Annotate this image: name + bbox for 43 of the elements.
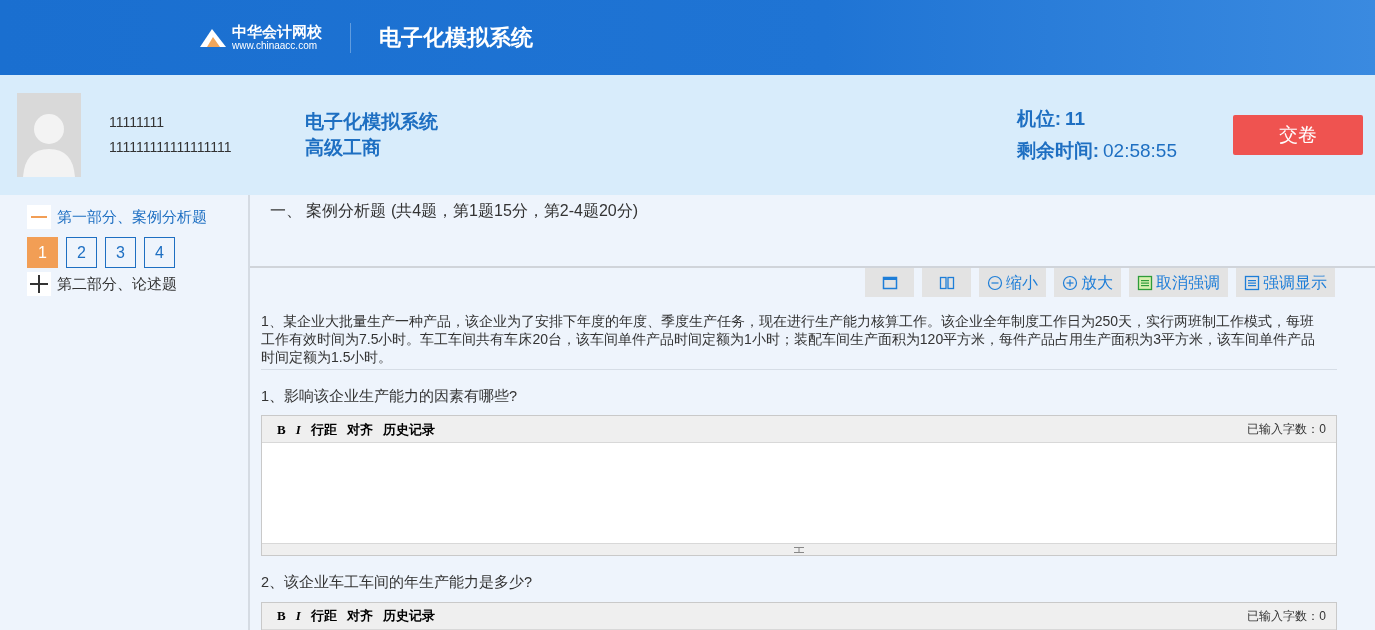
logo-url: www.chinaacc.com bbox=[232, 40, 319, 52]
logo-name: 中华会计网校 bbox=[232, 23, 322, 41]
question-number-button[interactable]: 2 bbox=[66, 237, 97, 268]
resize-handle-icon bbox=[792, 545, 806, 554]
candidate-number: 111111111111111111 bbox=[109, 138, 233, 157]
two-column-button[interactable] bbox=[922, 268, 971, 297]
two-columns-icon bbox=[938, 274, 955, 291]
window-icon bbox=[881, 274, 898, 291]
minus-circle-icon bbox=[987, 274, 1003, 291]
question-number-button[interactable]: 3 bbox=[105, 237, 136, 268]
word-count: 已输入字数：0 bbox=[1247, 421, 1326, 439]
question-prompt: 1、影响该企业生产能力的因素有哪些? bbox=[261, 386, 519, 406]
seat-value: 11 bbox=[1065, 106, 1086, 131]
exam-name: 电子化模拟系统 bbox=[305, 110, 438, 135]
editor-tool-button[interactable]: B bbox=[272, 419, 291, 440]
timer-value: 02:58:55 bbox=[1103, 139, 1177, 163]
editor-tool-button[interactable]: 对齐 bbox=[341, 606, 378, 626]
timer-label: 剩余时间: bbox=[1016, 139, 1100, 163]
candidate-id: 11111111 bbox=[109, 113, 165, 132]
editor-tool-button[interactable]: 行距 bbox=[305, 419, 342, 440]
editor-tool-button[interactable]: B bbox=[272, 606, 291, 626]
system-title: 电子化模拟系统 bbox=[379, 24, 533, 52]
editor-tool-button[interactable]: 历史记录 bbox=[377, 419, 440, 440]
answer-editor[interactable]: B I 行距 对齐 历史记录 已输入字数：0 bbox=[261, 415, 1337, 557]
exam-level: 高级工商 bbox=[305, 136, 382, 160]
seat-label: 机位: bbox=[1016, 106, 1062, 131]
question-number-button[interactable]: 4 bbox=[144, 237, 175, 268]
plus-circle-icon bbox=[1062, 274, 1078, 291]
editor-tool-button[interactable]: I bbox=[290, 606, 306, 626]
single-column-button[interactable] bbox=[865, 268, 914, 297]
answer-editor[interactable]: B I 行距 对齐 历史记录 已输入字数：0 bbox=[261, 602, 1337, 630]
editor-tool-button[interactable]: 对齐 bbox=[341, 419, 378, 440]
list-icon bbox=[1137, 274, 1153, 291]
editor-tool-button[interactable]: I bbox=[290, 419, 306, 440]
section-heading: 一、 案例分析题 (共4题，第1题15分，第2-4题20分) bbox=[270, 201, 640, 221]
section-link[interactable]: 第一部分、案例分析题 bbox=[57, 205, 207, 229]
list-icon bbox=[1244, 274, 1260, 291]
editor-tool-button[interactable]: 历史记录 bbox=[377, 606, 440, 626]
section-link[interactable]: 第二部分、论述题 bbox=[57, 272, 177, 296]
word-count: 已输入字数：0 bbox=[1247, 608, 1326, 626]
question-prompt: 2、该企业车工车间的年生产能力是多少? bbox=[261, 573, 534, 593]
editor-tool-button[interactable]: 行距 bbox=[305, 606, 342, 626]
case-text: 1、某企业大批量生产一种产品，该企业为了安排下年度的年度、季度生产任务，现在进行生产能力核算工作。该企业全年制度工作日为250天，实行两班制工作模式，每班工作有效时间为7.5小时。车工车间共有车床20台，该车间单件产品时间定额为1小时；装配车间生产面积为120平方米，每件产品占用生产面积为3平方米，该车间单件产品时间定额为1.5小时。 bbox=[261, 312, 1337, 370]
